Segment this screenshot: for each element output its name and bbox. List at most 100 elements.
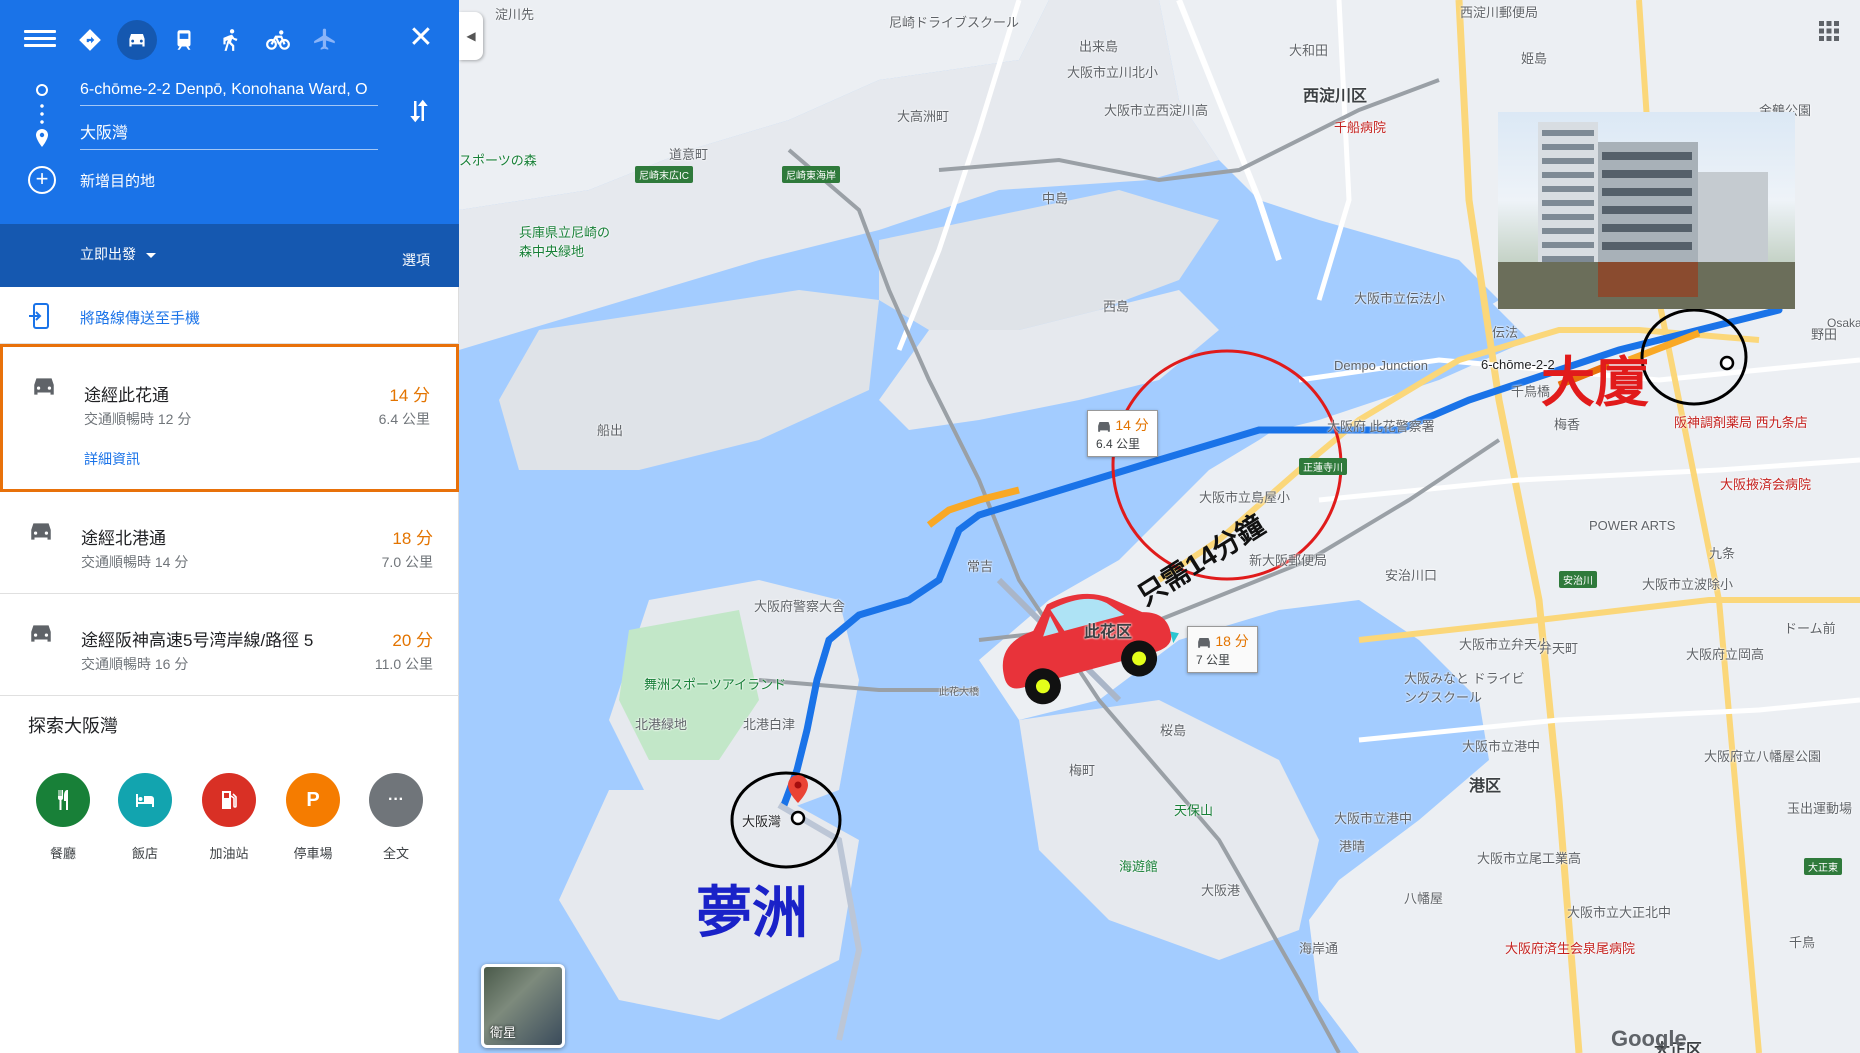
menu-icon[interactable] bbox=[24, 26, 56, 54]
directions-header: ✕ 6-chōme-2-2 Denpō, Konohana Ward, O 大阪… bbox=[0, 0, 459, 287]
map-label: 大阪市立弁天小 bbox=[1459, 637, 1551, 652]
best-route-icon[interactable] bbox=[70, 20, 110, 60]
route-time: 14 分 bbox=[389, 386, 430, 405]
map-label: 千船病院 bbox=[1334, 120, 1387, 135]
map-label: 天保山 bbox=[1174, 803, 1214, 818]
map-label: 海遊館 bbox=[1119, 859, 1159, 874]
map-label: 道意町 bbox=[669, 147, 709, 162]
cycling-icon[interactable] bbox=[258, 20, 298, 60]
bubble-distance: 6.4 公里 bbox=[1096, 437, 1141, 451]
route-typical-time: 交通順暢時 14 分 bbox=[81, 554, 189, 570]
destination-pin-icon bbox=[36, 129, 48, 147]
add-destination-label[interactable]: 新增目的地 bbox=[80, 170, 155, 191]
bubble-time: 14 分 bbox=[1115, 417, 1149, 433]
route-option-2[interactable]: 途經北港通 18 分 交通順暢時 14 分 7.0 公里 bbox=[0, 492, 459, 594]
route-typical-time: 交通順暢時 16 分 bbox=[81, 656, 189, 672]
map-label: 大阪府 此花警察署 bbox=[1327, 419, 1435, 434]
send-to-phone-button[interactable]: 將路線傳送至手機 bbox=[0, 287, 459, 344]
departure-bar bbox=[0, 224, 459, 287]
send-to-phone-icon bbox=[29, 303, 49, 329]
map-label: 桜島 bbox=[1160, 723, 1187, 738]
map-label: 梅町 bbox=[1069, 763, 1096, 778]
map-label: 大阪府立岡高 bbox=[1686, 647, 1765, 662]
station-label: 大正東 bbox=[1804, 858, 1842, 875]
route-details-link[interactable]: 詳細資訊 bbox=[84, 449, 140, 469]
google-logo: Google bbox=[1611, 1026, 1687, 1051]
route-typical-time: 交通順暢時 12 分 bbox=[84, 411, 192, 427]
category-label: 全文 bbox=[382, 846, 409, 861]
map-label: 大阪府立八幡屋公園 bbox=[1704, 749, 1822, 764]
bubble-time: 18 分 bbox=[1215, 633, 1249, 649]
map-label: 兵庫県立尼崎の森中央緑地 bbox=[519, 225, 611, 259]
map-label: 弁天町 bbox=[1539, 641, 1579, 656]
gas-station-icon bbox=[202, 773, 256, 827]
parking-icon: P bbox=[286, 773, 340, 827]
car-icon bbox=[1198, 638, 1210, 649]
map-label: 此花大橋 bbox=[939, 687, 979, 698]
car-icon bbox=[1098, 422, 1110, 433]
route-option-1[interactable]: 途經此花通 14 分 交通順暢時 12 分 6.4 公里 詳細資訊 bbox=[0, 344, 459, 492]
transit-icon[interactable] bbox=[164, 20, 204, 60]
map-label: Dempo Junction bbox=[1334, 358, 1428, 373]
route-dots-icon bbox=[40, 102, 44, 128]
map-label: 大阪市立西淀川高 bbox=[1104, 103, 1209, 118]
satellite-label: 衛星 bbox=[490, 1025, 517, 1040]
category-label: 飯店 bbox=[131, 846, 158, 861]
route-option-3[interactable]: 途經阪神高速5号湾岸線/路徑 5 20 分 交通順暢時 16 分 11.0 公里 bbox=[0, 594, 459, 696]
map-label: 大阪みなと ドライビングスクール bbox=[1404, 671, 1525, 705]
route-time-bubble-alt[interactable]: 18 分 7 公里 bbox=[1187, 626, 1258, 673]
depart-now-label: 立即出發 bbox=[80, 246, 136, 262]
highway-shield: 尼崎末広IC bbox=[635, 166, 693, 183]
map-label: 出来島 bbox=[1079, 39, 1119, 54]
add-destination-icon[interactable]: + bbox=[28, 166, 56, 194]
restaurant-icon bbox=[36, 773, 90, 827]
driving-icon[interactable] bbox=[117, 20, 157, 60]
map-label: 大阪府警察大舎 bbox=[754, 599, 846, 614]
map-label: 西淀川郵便局 bbox=[1460, 5, 1539, 20]
map-label: ドーム前 bbox=[1784, 621, 1836, 636]
map-label: 大阪市立尾工業高 bbox=[1477, 851, 1582, 866]
map-label: 阪神調剤薬局 西九条店 bbox=[1674, 415, 1808, 430]
map-label: 大阪港 bbox=[1201, 883, 1241, 898]
apps-grid-icon[interactable] bbox=[1818, 20, 1840, 42]
map-label: 大阪市立港中 bbox=[1462, 739, 1541, 754]
route-time-bubble-main[interactable]: 14 分 6.4 公里 bbox=[1087, 410, 1158, 457]
map-label: 九条 bbox=[1709, 546, 1736, 561]
restaurants-button[interactable]: 餐廳 bbox=[28, 773, 98, 862]
map-canvas[interactable]: ◀ 淀川先 尼崎ドライブスクール 出来島 大和田 西淀川郵便局 姫島 大阪市立川… bbox=[459, 0, 1860, 1053]
parking-button[interactable]: P 停車場 bbox=[278, 773, 348, 862]
destination-input[interactable]: 大阪灣 bbox=[80, 118, 378, 150]
car-icon bbox=[31, 523, 51, 540]
hotels-button[interactable]: 飯店 bbox=[110, 773, 180, 862]
depart-now-dropdown[interactable]: 立即出發 bbox=[80, 244, 156, 264]
map-label: 大和田 bbox=[1289, 43, 1329, 58]
annotation-yumeshima-label: 夢洲 bbox=[696, 881, 808, 944]
close-icon[interactable]: ✕ bbox=[406, 23, 436, 54]
satellite-toggle[interactable]: 衛星 bbox=[481, 964, 565, 1048]
map-label: スポーツの森 bbox=[459, 153, 537, 168]
map-label: 西淀川区 bbox=[1303, 88, 1368, 105]
options-button[interactable]: 選項 bbox=[402, 250, 430, 270]
map-label: 大阪市立波除小 bbox=[1642, 577, 1734, 592]
map-label: 舞洲スポーツアイランド bbox=[644, 677, 787, 692]
origin-input[interactable]: 6-chōme-2-2 Denpō, Konohana Ward, O bbox=[80, 74, 378, 106]
route-name: 途經北港通 bbox=[81, 529, 166, 548]
map-label: 中島 bbox=[1042, 191, 1069, 206]
map-label: 大阪府済生会泉尾病院 bbox=[1505, 941, 1636, 956]
map-label: 千鳥 bbox=[1789, 935, 1816, 950]
map-label: 大阪掖済会病院 bbox=[1720, 477, 1812, 492]
gas-stations-button[interactable]: 加油站 bbox=[194, 773, 264, 862]
highway-shield: 尼崎東海岸 bbox=[782, 166, 840, 183]
more-button[interactable]: ··· 全文 bbox=[361, 773, 431, 862]
swap-icon[interactable] bbox=[404, 96, 434, 126]
collapse-panel-button[interactable]: ◀ bbox=[459, 12, 483, 60]
map-label: 八幡屋 bbox=[1404, 891, 1444, 906]
flight-icon[interactable] bbox=[305, 20, 345, 60]
more-icon: ··· bbox=[369, 773, 423, 827]
hotel-icon bbox=[118, 773, 172, 827]
map-label: 港晴 bbox=[1339, 839, 1366, 854]
category-label: 餐廳 bbox=[49, 846, 76, 861]
walking-icon[interactable] bbox=[211, 20, 251, 60]
map-label: 淀川先 bbox=[495, 7, 535, 22]
map-label: 大高洲町 bbox=[897, 109, 950, 124]
